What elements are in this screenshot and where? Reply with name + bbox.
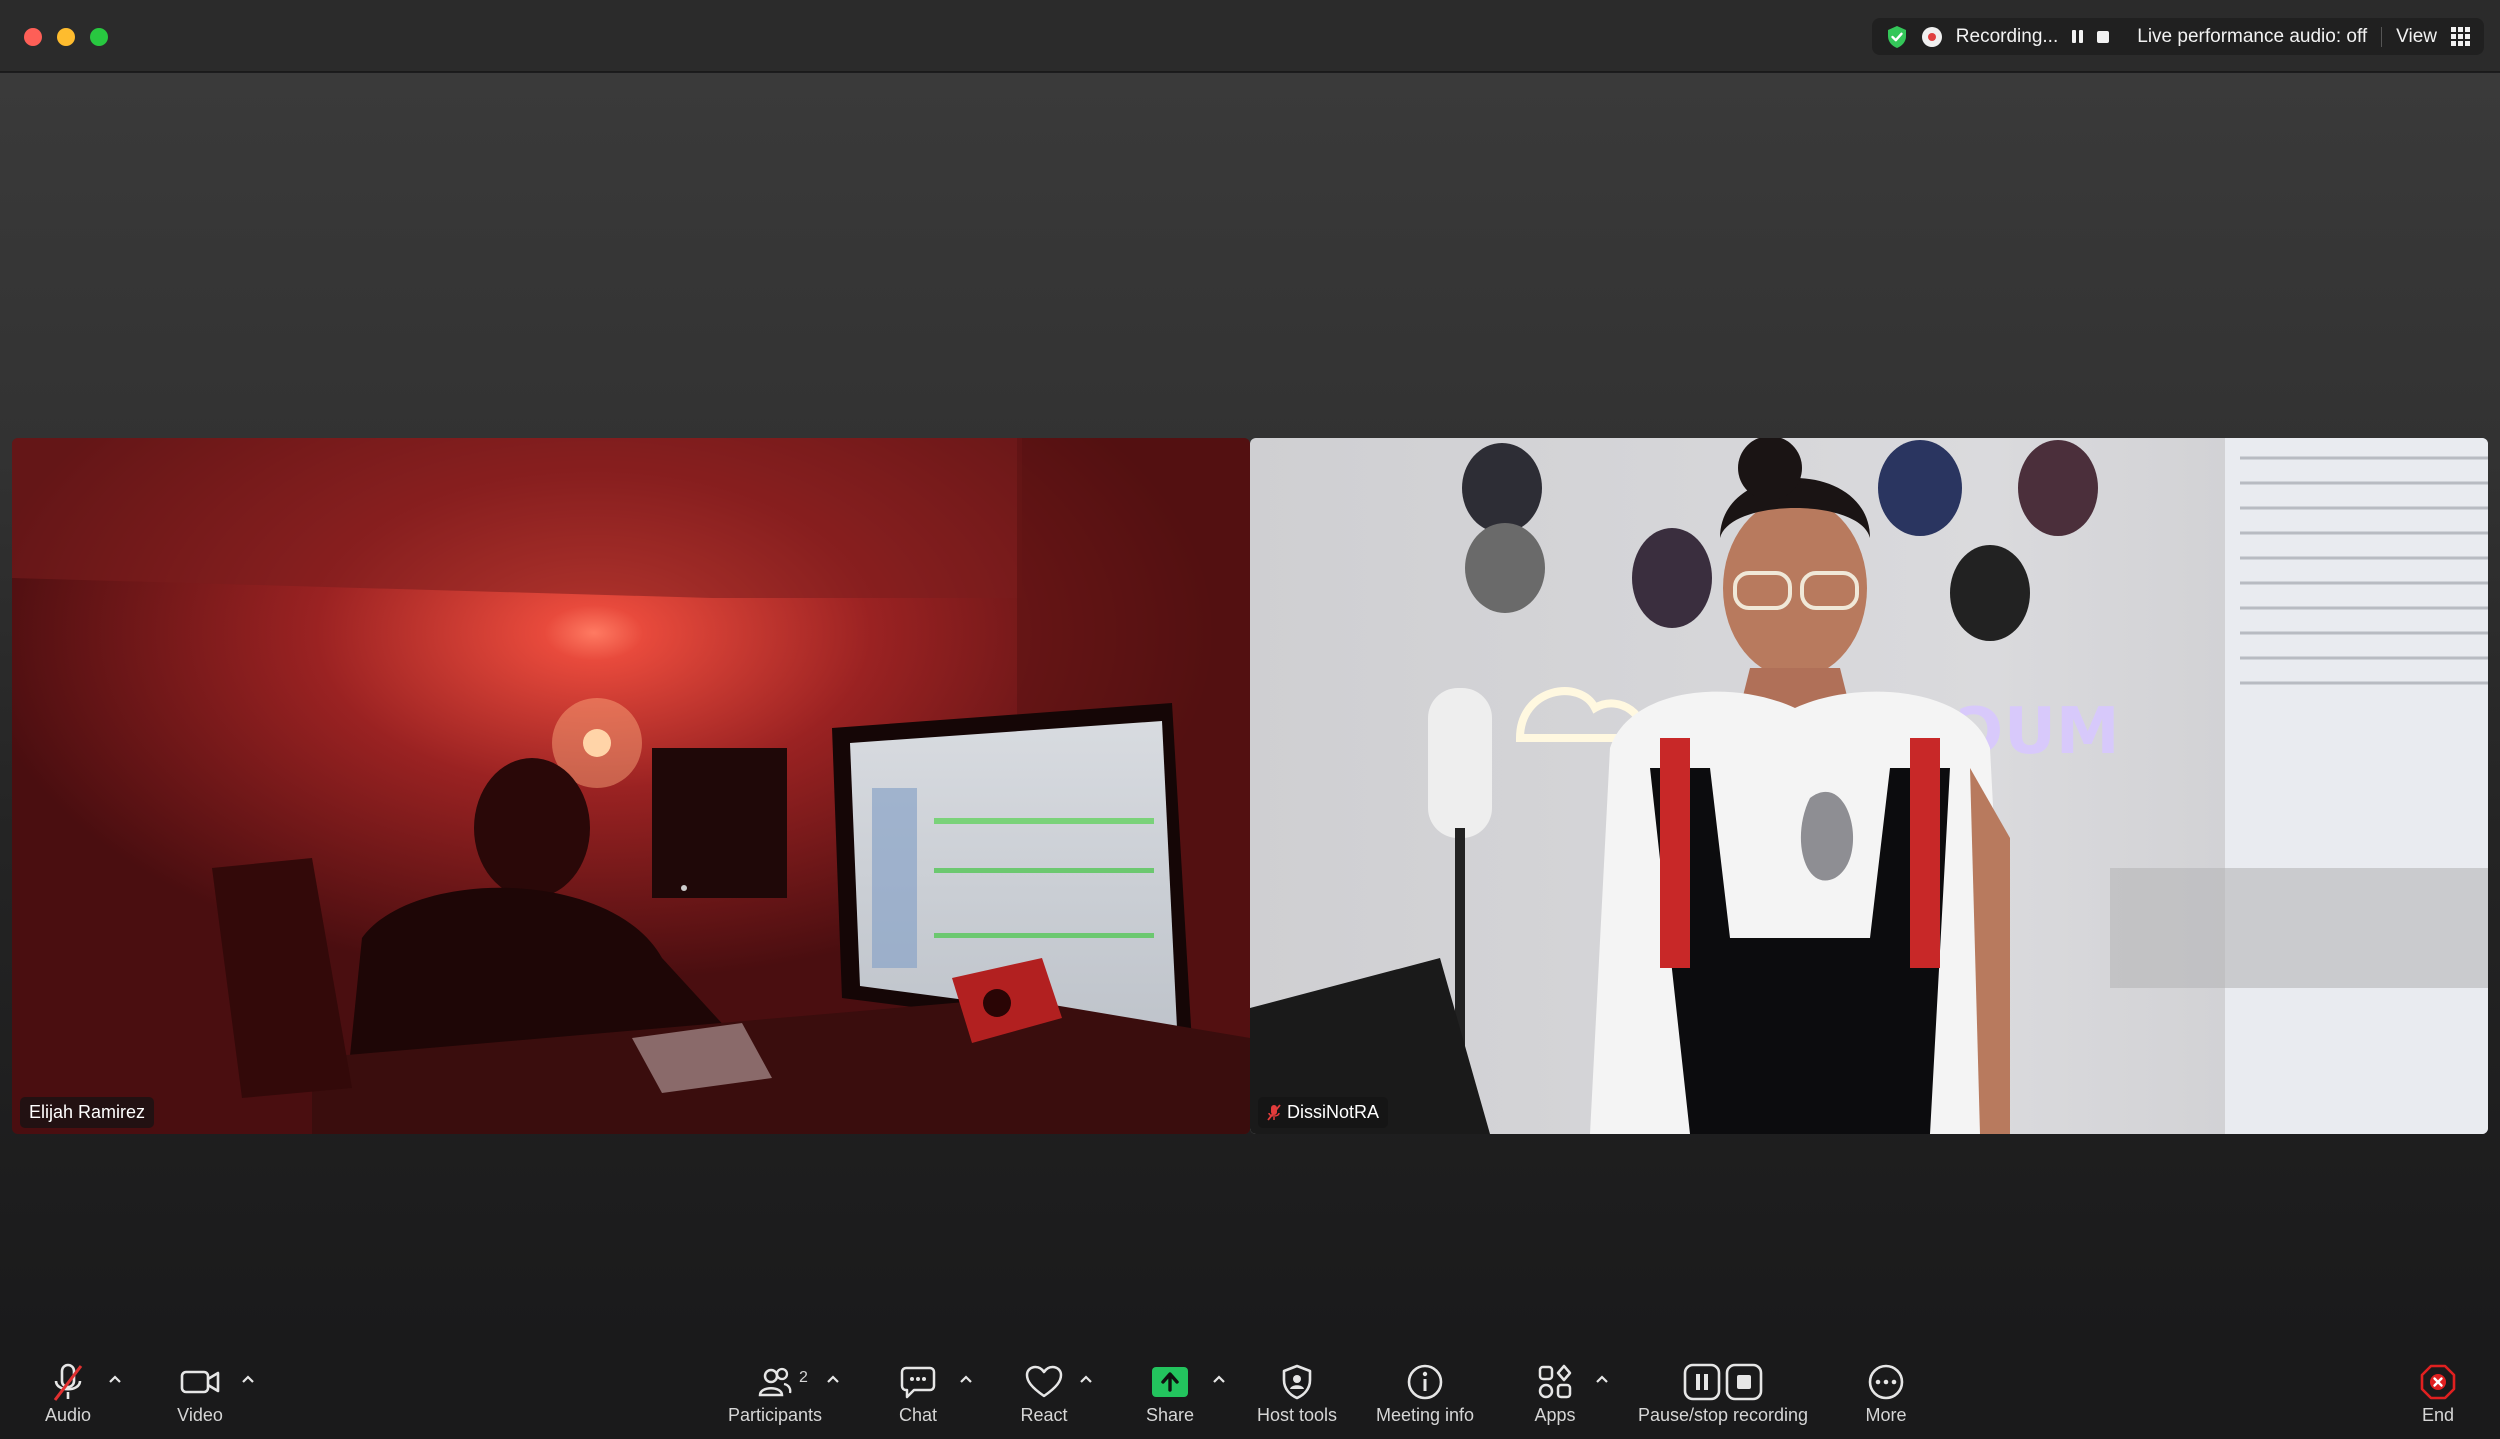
- meeting-info-button[interactable]: Meeting info: [1370, 1361, 1480, 1426]
- chat-button[interactable]: Chat: [890, 1361, 946, 1426]
- video-button[interactable]: Video: [170, 1361, 230, 1426]
- heart-icon: [1025, 1365, 1063, 1398]
- more-button[interactable]: More: [1858, 1361, 1914, 1426]
- participant-video-feed: ЭƆUM: [1250, 438, 2488, 1134]
- chevron-up-icon[interactable]: [1594, 1371, 1610, 1387]
- video-tile-participant-2[interactable]: ЭƆUM DissiNotRA: [1250, 438, 2488, 1134]
- host-tools-button[interactable]: Host tools: [1252, 1361, 1342, 1426]
- divider: [2381, 26, 2383, 47]
- apps-button[interactable]: Apps: [1527, 1361, 1583, 1426]
- share-label: Share: [1145, 1405, 1195, 1425]
- window-close-button[interactable]: [24, 28, 42, 46]
- info-icon: [1407, 1364, 1443, 1400]
- shield-check-icon[interactable]: [1886, 25, 1908, 49]
- recording-status-label: Recording...: [1955, 25, 2059, 47]
- view-button-label[interactable]: View: [2396, 26, 2437, 48]
- participants-icon: [758, 1367, 792, 1397]
- react-button[interactable]: React: [1016, 1361, 1072, 1426]
- recording-label: Pause/stop recording: [1637, 1405, 1809, 1425]
- more-label: More: [1865, 1405, 1907, 1425]
- stop-recording-icon[interactable]: [2097, 30, 2110, 43]
- audio-label: Audio: [44, 1405, 92, 1425]
- title-bar: Recording... Live performance audio: off…: [0, 0, 2500, 72]
- pause-stop-recording-icon: [1683, 1363, 1763, 1401]
- end-meeting-button[interactable]: End: [2410, 1361, 2466, 1426]
- participant-video-feed: [12, 438, 1250, 1134]
- chat-icon: [900, 1366, 936, 1399]
- chevron-up-icon[interactable]: [1078, 1371, 1094, 1387]
- mic-muted-icon: [1267, 1103, 1281, 1121]
- pause-recording-icon[interactable]: [2072, 30, 2084, 43]
- apps-icon: [1538, 1364, 1572, 1399]
- host-tools-label: Host tools: [1256, 1405, 1338, 1425]
- mic-muted-icon: [53, 1363, 83, 1401]
- chat-label: Chat: [898, 1405, 938, 1425]
- shield-icon: [1282, 1364, 1312, 1400]
- chevron-up-icon[interactable]: [958, 1371, 974, 1387]
- end-label: End: [2421, 1405, 2455, 1425]
- react-label: React: [1020, 1405, 1068, 1425]
- performance-audio-label[interactable]: Live performance audio: off: [2137, 26, 2367, 48]
- chevron-up-icon[interactable]: [825, 1371, 841, 1387]
- participant-name-tag: DissiNotRA: [1258, 1097, 1389, 1128]
- share-screen-icon: [1152, 1367, 1188, 1397]
- chevron-up-icon[interactable]: [240, 1371, 256, 1387]
- participant-name: Elijah Ramirez: [29, 1102, 146, 1122]
- more-icon: [1868, 1364, 1904, 1400]
- apps-label: Apps: [1534, 1405, 1576, 1425]
- participants-button[interactable]: Participants: [722, 1361, 828, 1426]
- participant-name-tag: Elijah Ramirez: [20, 1097, 155, 1128]
- meeting-status-bar: Recording... Live performance audio: off…: [1871, 18, 2484, 55]
- window-maximize-button[interactable]: [90, 28, 108, 46]
- chevron-up-icon[interactable]: [1211, 1371, 1227, 1387]
- share-screen-button[interactable]: Share: [1142, 1361, 1198, 1426]
- participants-count: 2: [799, 1369, 808, 1386]
- participant-name: DissiNotRA: [1287, 1102, 1380, 1122]
- audio-button[interactable]: Audio: [38, 1361, 98, 1426]
- meeting-info-label: Meeting info: [1375, 1405, 1475, 1425]
- participants-label: Participants: [727, 1405, 823, 1425]
- window-minimize-button[interactable]: [57, 28, 75, 46]
- camera-icon: [180, 1370, 220, 1394]
- meeting-toolbar: Audio Video Participants 2 Chat React Sh…: [0, 1343, 2500, 1439]
- video-stage: Elijah Ramirez ЭƆUM DissiNotRA: [0, 73, 2500, 1343]
- recording-indicator-icon: [1921, 26, 1942, 47]
- end-meeting-icon: [2420, 1364, 2456, 1400]
- chevron-up-icon[interactable]: [107, 1371, 123, 1387]
- pause-stop-recording-button[interactable]: Pause/stop recording: [1632, 1361, 1814, 1426]
- grid-view-icon[interactable]: [2451, 27, 2470, 46]
- video-label: Video: [177, 1405, 223, 1425]
- video-tile-participant-1[interactable]: Elijah Ramirez: [12, 438, 1250, 1134]
